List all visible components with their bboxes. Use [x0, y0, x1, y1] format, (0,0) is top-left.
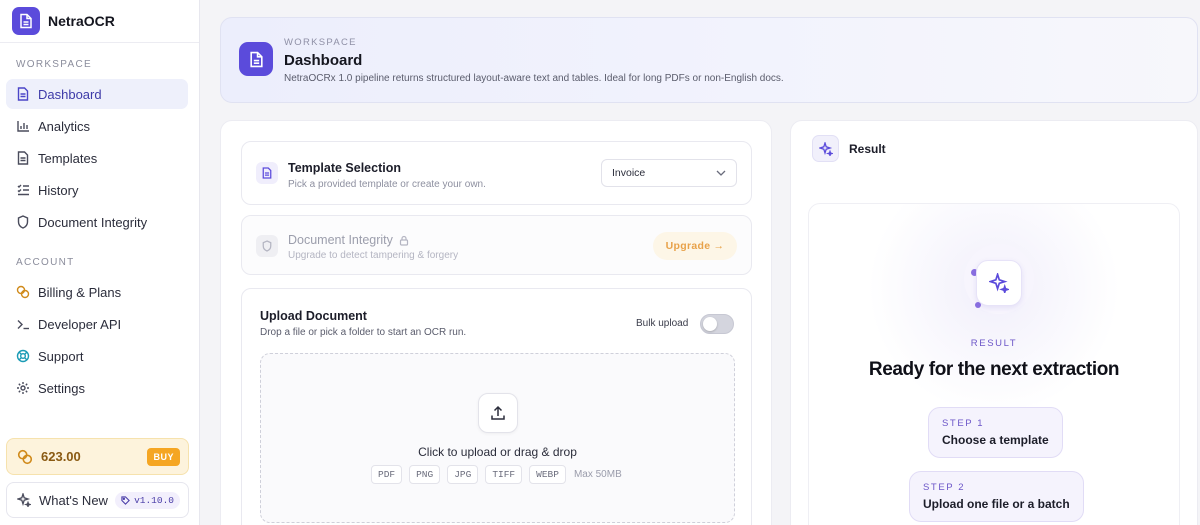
page-title: Dashboard — [284, 52, 363, 69]
result-panel: Result RESULT Ready for the next extract… — [790, 120, 1198, 525]
list-icon — [16, 183, 30, 197]
whats-new-button[interactable]: What's New v1.10.0 — [6, 482, 189, 518]
template-select-value: Invoice — [612, 167, 646, 179]
shield-icon — [256, 235, 278, 257]
upload-icon — [478, 393, 518, 433]
sidebar-item-label: Support — [38, 348, 84, 364]
sidebar-item-support[interactable]: Support — [6, 341, 188, 371]
section-label-account: ACCOUNT — [16, 257, 75, 268]
document-integrity-card: Document Integrity Upgrade to detect tam… — [241, 215, 752, 275]
sidebar-item-label: Settings — [38, 380, 85, 396]
format-badge: PNG — [409, 465, 441, 484]
result-title: Ready for the next extraction — [868, 359, 1120, 380]
credit-balance: 623.00 — [41, 449, 81, 464]
dropzone[interactable]: Click to upload or drag & drop PDF PNG J… — [260, 353, 735, 523]
max-size-note: Max 50MB — [573, 469, 622, 480]
bulk-upload-label: Bulk upload — [636, 318, 689, 329]
bar-chart-icon — [16, 119, 30, 133]
credits-card: 623.00 BUY — [6, 438, 189, 475]
sidebar-item-settings[interactable]: Settings — [6, 373, 188, 403]
sparkle-icon — [976, 260, 1022, 306]
sparkle-icon — [17, 493, 31, 507]
template-selection-card: Template Selection Pick a provided templ… — [241, 141, 752, 205]
document-icon — [239, 42, 273, 76]
sidebar-item-label: Document Integrity — [38, 214, 148, 230]
format-badge: PDF — [371, 465, 403, 484]
sidebar-item-billing[interactable]: Billing & Plans — [6, 277, 188, 307]
page-header: WORKSPACE Dashboard NetraOCRx 1.0 pipeli… — [220, 17, 1198, 103]
step-text: Upload one file or a batch — [923, 497, 1070, 511]
brand[interactable]: NetraOCR — [0, 0, 199, 43]
section-label-workspace: WORKSPACE — [16, 59, 92, 70]
document-integrity-subtitle: Upgrade to detect tampering & forgery — [288, 250, 459, 261]
result-header: Result — [849, 142, 886, 156]
step-label: STEP 1 — [942, 418, 985, 429]
template-selection-subtitle: Pick a provided template or create your … — [288, 179, 486, 190]
sidebar-item-label: Analytics — [38, 118, 91, 134]
version-text: v1.10.0 — [134, 494, 174, 506]
coins-icon — [16, 285, 30, 299]
upload-panel: Template Selection Pick a provided templ… — [220, 120, 772, 525]
upgrade-button[interactable]: Upgrade → — [653, 232, 737, 260]
page-subtitle: NetraOCRx 1.0 pipeline returns structure… — [284, 73, 784, 84]
toggle-knob — [703, 317, 717, 331]
sidebar-item-label: Billing & Plans — [38, 284, 122, 300]
sidebar-item-label: History — [38, 182, 79, 198]
sidebar: NetraOCR WORKSPACE Dashboard Analytics T… — [0, 0, 200, 525]
dropzone-text: Click to upload or drag & drop — [418, 445, 577, 459]
document-icon — [12, 7, 40, 35]
sidebar-item-developer-api[interactable]: Developer API — [6, 309, 188, 339]
sidebar-item-dashboard[interactable]: Dashboard — [6, 79, 188, 109]
document-icon — [16, 87, 30, 101]
sidebar-item-history[interactable]: History — [6, 175, 188, 205]
sidebar-item-templates[interactable]: Templates — [6, 143, 188, 173]
template-selection-title: Template Selection — [288, 161, 401, 175]
result-empty-state: RESULT Ready for the next extraction STE… — [808, 203, 1180, 525]
document-icon — [16, 151, 30, 165]
document-icon — [256, 162, 278, 184]
format-badge: WEBP — [529, 465, 566, 484]
tag-icon — [121, 495, 130, 505]
format-list: PDF PNG JPG TIFF WEBP Max 50MB — [371, 465, 622, 484]
coins-icon — [17, 449, 33, 465]
bulk-upload-toggle[interactable] — [700, 314, 734, 334]
step-card-1: STEP 1 Choose a template — [928, 407, 1063, 458]
shield-icon — [16, 215, 30, 229]
template-select[interactable]: Invoice — [601, 159, 737, 187]
step-label: STEP 2 — [923, 482, 966, 493]
sidebar-item-label: Dashboard — [38, 86, 102, 102]
terminal-icon — [16, 317, 30, 331]
sidebar-item-analytics[interactable]: Analytics — [6, 111, 188, 141]
sidebar-item-label: Templates — [38, 150, 98, 166]
step-card-2: STEP 2 Upload one file or a batch — [909, 471, 1084, 522]
buy-credits-button[interactable]: BUY — [147, 447, 180, 466]
whats-new-label: What's New — [39, 492, 108, 508]
format-badge: JPG — [447, 465, 479, 484]
upload-document-card: Upload Document Drop a file or pick a fo… — [241, 288, 752, 525]
upload-document-title: Upload Document — [260, 309, 367, 323]
version-badge: v1.10.0 — [115, 491, 180, 509]
sparkle-icon — [812, 135, 839, 162]
header-eyebrow: WORKSPACE — [284, 37, 357, 48]
sidebar-item-document-integrity[interactable]: Document Integrity — [6, 207, 188, 237]
upload-document-subtitle: Drop a file or pick a folder to start an… — [260, 327, 467, 338]
sidebar-item-label: Developer API — [38, 316, 122, 332]
lifebuoy-icon — [16, 349, 30, 363]
step-text: Choose a template — [942, 433, 1049, 447]
lock-icon — [399, 235, 409, 246]
gear-icon — [16, 381, 30, 395]
brand-name: NetraOCR — [48, 13, 115, 29]
chevron-down-icon — [716, 170, 726, 176]
format-badge: TIFF — [485, 465, 523, 484]
document-integrity-title: Document Integrity — [288, 233, 393, 247]
integrity-title-row: Document Integrity — [288, 233, 409, 247]
result-eyebrow: RESULT — [970, 338, 1018, 349]
